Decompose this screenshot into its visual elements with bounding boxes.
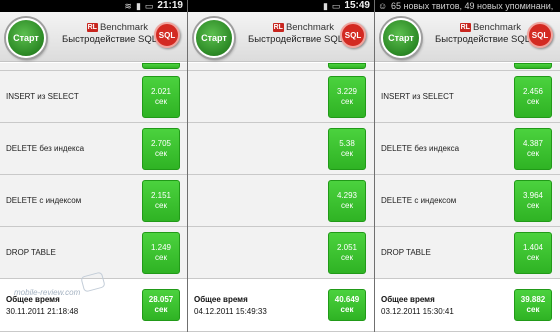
result-value: 2.705 сек	[142, 128, 180, 170]
app-header: Старт RL Benchmark Быстродействие SQLite…	[0, 12, 187, 62]
status-time: 15:49	[344, 0, 370, 11]
brand-name: Benchmark	[99, 22, 148, 33]
result-row: DELETE без индекса 4.387 сек	[375, 123, 560, 175]
result-row	[375, 63, 560, 71]
total-time-row: Общее время 03.12.2011 15:30:41 39.882 с…	[375, 279, 560, 332]
result-value: 4.387 сек	[514, 128, 552, 170]
status-bar: ▮ ▭ 15:49	[188, 0, 374, 12]
brand-block: RL Benchmark Быстродействие SQLite	[62, 22, 168, 45]
signal-icon: ▮	[135, 1, 141, 11]
notification-ticker: 65 новых твитов, 49 новых упоминани,	[391, 1, 554, 11]
benchmark-panel-2: ▮ ▭ 15:49 Старт RL Benchmark Быстродейст…	[188, 0, 374, 332]
battery-icon: ▭	[331, 1, 341, 11]
operation-label: INSERT из SELECT	[6, 92, 79, 101]
result-row: DELETE без индекса 2.705 сек	[0, 123, 187, 175]
benchmark-panel-3: ☺ 65 новых твитов, 49 новых упоминани, С…	[375, 0, 560, 332]
result-value: 2.151 сек	[142, 180, 180, 222]
result-row: INSERT из SELECT 2.021 сек	[0, 71, 187, 123]
result-value: 3.229 сек	[328, 76, 366, 118]
total-time-row: Общее время 04.12.2011 15:49:33 40.649 с…	[188, 279, 374, 332]
result-value: 3.964 сек	[514, 180, 552, 222]
signal-icon: ▮	[322, 1, 328, 11]
status-icons: ▮ ▭ 15:49	[323, 0, 370, 12]
status-bar: ≋ ▮ ▭ 21:19	[0, 0, 187, 12]
brand-name: Benchmark	[285, 22, 334, 33]
sql-logo-icon: SQL	[154, 22, 180, 48]
operation-label: DELETE с индексом	[6, 196, 82, 205]
operation-label: DROP TABLE	[6, 248, 56, 257]
result-value: 2.051 сек	[328, 232, 366, 274]
result-row: DROP TABLE 1.249 сек	[0, 227, 187, 279]
operation-label: DROP TABLE	[381, 248, 431, 257]
total-time-label: Общее время	[381, 295, 435, 304]
total-time-value: 40.649 сек	[328, 289, 366, 321]
result-value	[328, 63, 366, 69]
result-row: DELETE с индексом 2.151 сек	[0, 175, 187, 227]
brand-block: RL Benchmark Быстродействие SQLite	[248, 22, 354, 45]
wifi-icon: ≋	[124, 1, 132, 11]
benchmark-panel-1: ≋ ▮ ▭ 21:19 Старт RL Benchmark Быстродей…	[0, 0, 187, 332]
total-time-value: 28.057 сек	[142, 289, 180, 321]
start-button[interactable]: Старт	[194, 18, 234, 58]
result-row: DROP TABLE 1.404 сек	[375, 227, 560, 279]
app-subtitle: Быстродействие SQLite	[248, 34, 354, 45]
result-row: 3.229 сек	[188, 71, 374, 123]
run-datetime: 03.12.2011 15:30:41	[381, 307, 454, 316]
result-row: INSERT из SELECT 2.456 сек	[375, 71, 560, 123]
result-value: 5.38 сек	[328, 128, 366, 170]
app-header: Старт RL Benchmark Быстродействие SQLite…	[375, 12, 560, 62]
app-header: Старт RL Benchmark Быстродействие SQLite…	[188, 12, 374, 62]
result-value: 4.293 сек	[328, 180, 366, 222]
brand-name: Benchmark	[472, 22, 521, 33]
rl-logo-badge: RL	[459, 23, 471, 32]
start-button[interactable]: Старт	[6, 18, 46, 58]
result-value	[514, 63, 552, 69]
rl-logo-badge: RL	[86, 23, 98, 32]
rl-logo-badge: RL	[272, 23, 284, 32]
sql-logo-icon: SQL	[527, 22, 553, 48]
start-button[interactable]: Старт	[381, 18, 421, 58]
operation-label: DELETE без индекса	[6, 144, 85, 153]
watermark: mobile-review.com	[14, 271, 106, 297]
result-value: 2.456 сек	[514, 76, 552, 118]
result-value: 2.021 сек	[142, 76, 180, 118]
run-datetime: 30.11.2011 21:18:48	[6, 307, 79, 316]
status-icons: ≋ ▮ ▭ 21:19	[124, 0, 183, 12]
result-value: 1.404 сек	[514, 232, 552, 274]
notification-icon: ☺	[378, 1, 388, 11]
operation-label: INSERT из SELECT	[381, 92, 454, 101]
result-row	[0, 63, 187, 71]
result-row	[188, 63, 374, 71]
result-value	[142, 63, 180, 69]
result-row: 5.38 сек	[188, 123, 374, 175]
app-subtitle: Быстродействие SQLite	[435, 34, 541, 45]
run-datetime: 04.12.2011 15:49:33	[194, 307, 267, 316]
status-bar: ☺ 65 новых твитов, 49 новых упоминани,	[375, 0, 560, 12]
operation-label: DELETE с индексом	[381, 196, 457, 205]
operation-label: DELETE без индекса	[381, 144, 460, 153]
app-subtitle: Быстродействие SQLite	[62, 34, 168, 45]
battery-icon: ▭	[144, 1, 154, 11]
sql-logo-icon: SQL	[340, 22, 366, 48]
result-row: 2.051 сек	[188, 227, 374, 279]
status-time: 21:19	[157, 0, 183, 11]
brand-block: RL Benchmark Быстродействие SQLite	[435, 22, 541, 45]
result-value: 1.249 сек	[142, 232, 180, 274]
result-row: DELETE с индексом 3.964 сек	[375, 175, 560, 227]
total-time-label: Общее время	[194, 295, 248, 304]
result-row: 4.293 сек	[188, 175, 374, 227]
total-time-value: 39.882 сек	[514, 289, 552, 321]
